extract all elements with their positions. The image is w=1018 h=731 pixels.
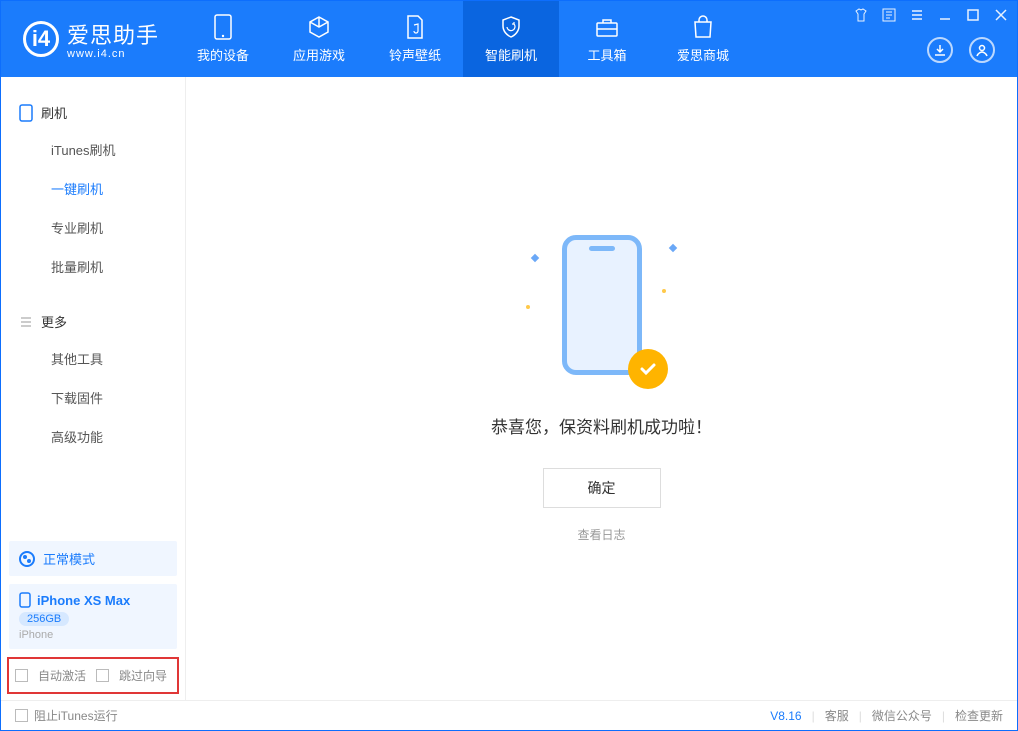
tab-smart-flash[interactable]: 智能刷机: [463, 1, 559, 77]
checkbox-skip-guide[interactable]: [96, 669, 109, 682]
phone-icon: [19, 104, 33, 122]
toolbox-icon: [595, 15, 619, 39]
auto-activate-label: 自动激活: [38, 667, 86, 684]
close-button[interactable]: [993, 7, 1009, 23]
maximize-button[interactable]: [965, 7, 981, 23]
wechat-link[interactable]: 微信公众号: [872, 707, 932, 724]
checkbox-block-itunes[interactable]: [15, 709, 28, 722]
device-name-label: iPhone XS Max: [37, 593, 130, 608]
feedback-icon[interactable]: [881, 7, 897, 23]
sidebar-item-batch-flash[interactable]: 批量刷机: [1, 247, 185, 286]
download-button[interactable]: [927, 37, 953, 63]
device-mode-row[interactable]: 正常模式: [9, 541, 177, 576]
device-type-label: iPhone: [19, 629, 167, 641]
ok-button[interactable]: 确定: [543, 468, 661, 508]
phone-small-icon: [19, 592, 31, 608]
shield-refresh-icon: [499, 15, 523, 39]
tab-store[interactable]: 爱思商城: [655, 1, 751, 77]
sidebar-item-other-tools[interactable]: 其他工具: [1, 339, 185, 378]
sidebar-item-itunes-flash[interactable]: iTunes刷机: [1, 130, 185, 169]
user-button[interactable]: [969, 37, 995, 63]
tab-toolbox[interactable]: 工具箱: [559, 1, 655, 77]
window-controls: [853, 7, 1009, 23]
status-bar: 阻止iTunes运行 V8.16 | 客服 | 微信公众号 | 检查更新: [1, 700, 1017, 730]
customer-service-link[interactable]: 客服: [825, 707, 849, 724]
sidebar-item-oneclick-flash[interactable]: 一键刷机: [1, 169, 185, 208]
tab-apps-games[interactable]: 应用游戏: [271, 1, 367, 77]
shirt-icon[interactable]: [853, 7, 869, 23]
sidebar-head-more: 更多: [1, 304, 185, 339]
check-badge-icon: [628, 349, 668, 389]
mode-icon: [19, 551, 35, 567]
device-icon: [211, 15, 235, 39]
tab-my-device[interactable]: 我的设备: [175, 1, 271, 77]
device-mode-label: 正常模式: [43, 549, 95, 568]
block-itunes-label: 阻止iTunes运行: [34, 707, 118, 724]
music-file-icon: [403, 15, 427, 39]
main-content: 恭喜您，保资料刷机成功啦！ 确定 查看日志: [186, 77, 1017, 700]
device-info-row[interactable]: iPhone XS Max 256GB iPhone: [9, 584, 177, 649]
app-body: 刷机 iTunes刷机 一键刷机 专业刷机 批量刷机 更多 其他工具 下载固件 …: [1, 77, 1017, 700]
version-label: V8.16: [770, 709, 801, 723]
sidebar-section-more: 更多 其他工具 下载固件 高级功能: [1, 286, 185, 456]
main-tabs: 我的设备 应用游戏 铃声壁纸 智能刷机 工具箱 爱思商城: [175, 1, 751, 77]
sidebar-item-download-firmware[interactable]: 下载固件: [1, 378, 185, 417]
sidebar-item-advanced[interactable]: 高级功能: [1, 417, 185, 456]
user-controls: [927, 37, 995, 63]
skip-guide-label: 跳过向导: [119, 667, 167, 684]
view-log-link[interactable]: 查看日志: [577, 526, 625, 543]
tab-ringtones-wallpapers[interactable]: 铃声壁纸: [367, 1, 463, 77]
sidebar-head-flash: 刷机: [1, 95, 185, 130]
cube-icon: [307, 15, 331, 39]
minimize-button[interactable]: [937, 7, 953, 23]
success-message: 恭喜您，保资料刷机成功啦！: [491, 413, 712, 438]
app-header: i4 爱思助手 www.i4.cn 我的设备 应用游戏 铃声壁纸 智能刷机 工具…: [1, 1, 1017, 77]
options-row: 自动激活 跳过向导: [7, 657, 179, 694]
sidebar-item-pro-flash[interactable]: 专业刷机: [1, 208, 185, 247]
logo-icon: i4: [23, 21, 59, 57]
check-update-link[interactable]: 检查更新: [955, 707, 1003, 724]
list-icon: [19, 315, 33, 329]
menu-icon[interactable]: [909, 7, 925, 23]
sidebar: 刷机 iTunes刷机 一键刷机 专业刷机 批量刷机 更多 其他工具 下载固件 …: [1, 77, 186, 700]
device-panel: 正常模式 iPhone XS Max 256GB iPhone 自动激活 跳过向…: [1, 533, 185, 700]
success-illustration: [542, 235, 662, 395]
shopping-bag-icon: [691, 15, 715, 39]
app-name: 爱思助手: [67, 18, 159, 50]
checkbox-auto-activate[interactable]: [15, 669, 28, 682]
device-capacity-badge: 256GB: [19, 612, 69, 626]
sidebar-section-flash: 刷机 iTunes刷机 一键刷机 专业刷机 批量刷机: [1, 77, 185, 286]
logo-area: i4 爱思助手 www.i4.cn: [1, 18, 175, 60]
